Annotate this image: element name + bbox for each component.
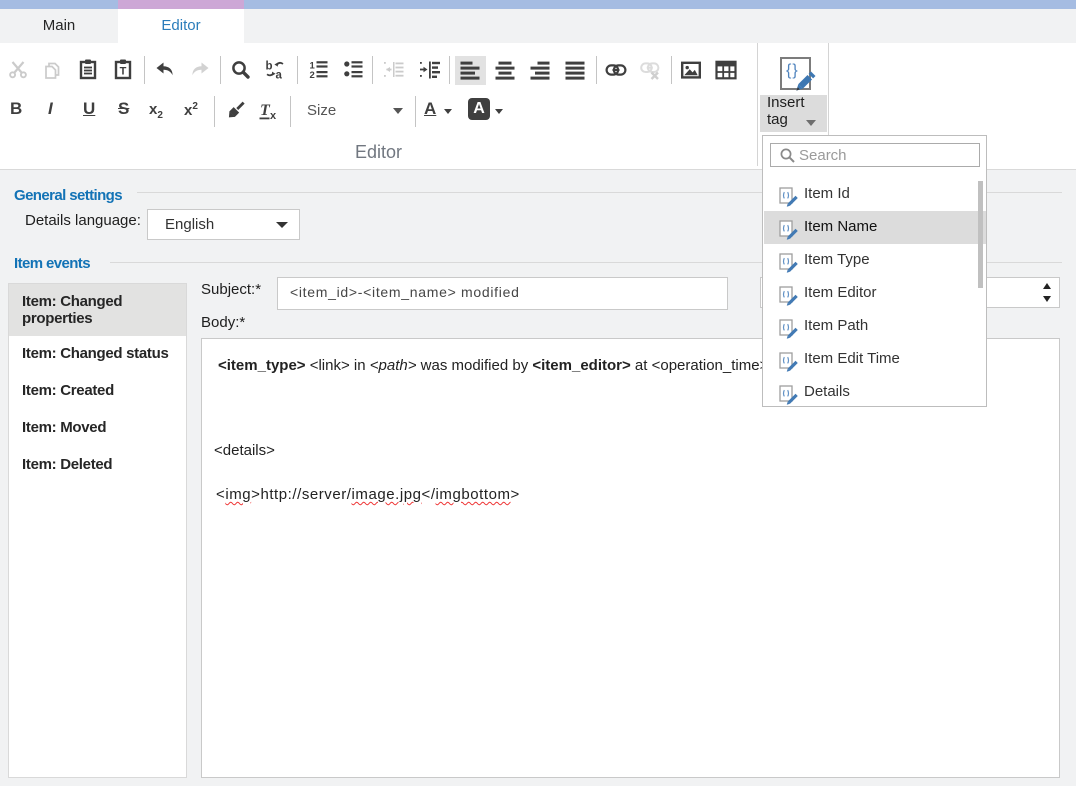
svg-text:2: 2 (310, 70, 315, 81)
svg-text:x: x (270, 110, 277, 122)
svg-text:a: a (276, 70, 283, 81)
svg-text:T: T (120, 66, 127, 78)
svg-text:b: b (266, 61, 273, 73)
